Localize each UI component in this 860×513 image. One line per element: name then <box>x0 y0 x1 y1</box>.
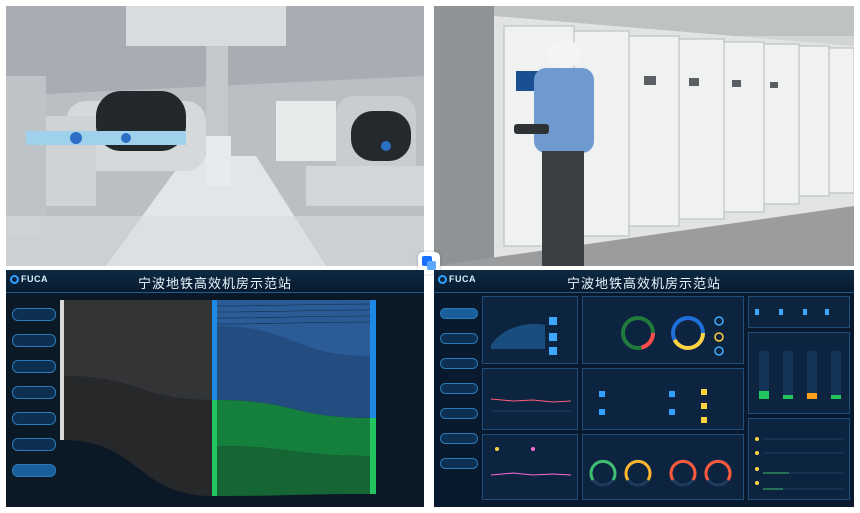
menu-item[interactable] <box>440 358 478 369</box>
bar-chart-card <box>748 332 850 414</box>
sankey-screen: FUCA 宁波地铁高效机房示范站 <box>6 270 424 507</box>
screen-title: 宁波地铁高效机房示范站 <box>566 276 721 291</box>
menu-item[interactable] <box>12 386 56 399</box>
weather-card <box>748 296 850 328</box>
energy-total-card <box>582 368 744 430</box>
dashboard-screen: FUCA 宁波地铁高效机房示范站 <box>434 270 854 507</box>
line-chart-card-1 <box>482 368 578 430</box>
menu-item[interactable] <box>440 333 478 344</box>
sidebar-menu[interactable] <box>440 308 484 483</box>
line-chart-card-2 <box>482 434 578 500</box>
menu-item[interactable] <box>12 412 56 425</box>
menu-item[interactable] <box>12 360 56 373</box>
menu-item[interactable] <box>440 408 478 419</box>
menu-item-active[interactable] <box>440 308 478 319</box>
menu-item[interactable] <box>12 308 56 321</box>
menu-item[interactable] <box>440 458 478 469</box>
screen-title: 宁波地铁高效机房示范站 <box>137 276 292 291</box>
status-list-card <box>748 418 850 500</box>
sankey-diagram <box>60 300 376 496</box>
energy-analysis-card <box>582 296 744 364</box>
sidebar-menu[interactable] <box>12 308 56 490</box>
chiller-room-photo <box>6 6 424 266</box>
menu-item[interactable] <box>440 433 478 444</box>
cabinet-room-photo <box>434 6 854 266</box>
gauge-card <box>582 434 744 500</box>
menu-item[interactable] <box>12 334 56 347</box>
overview-card <box>482 296 578 364</box>
menu-item[interactable] <box>440 383 478 394</box>
menu-item[interactable] <box>12 438 56 451</box>
menu-item-active[interactable] <box>12 464 56 477</box>
